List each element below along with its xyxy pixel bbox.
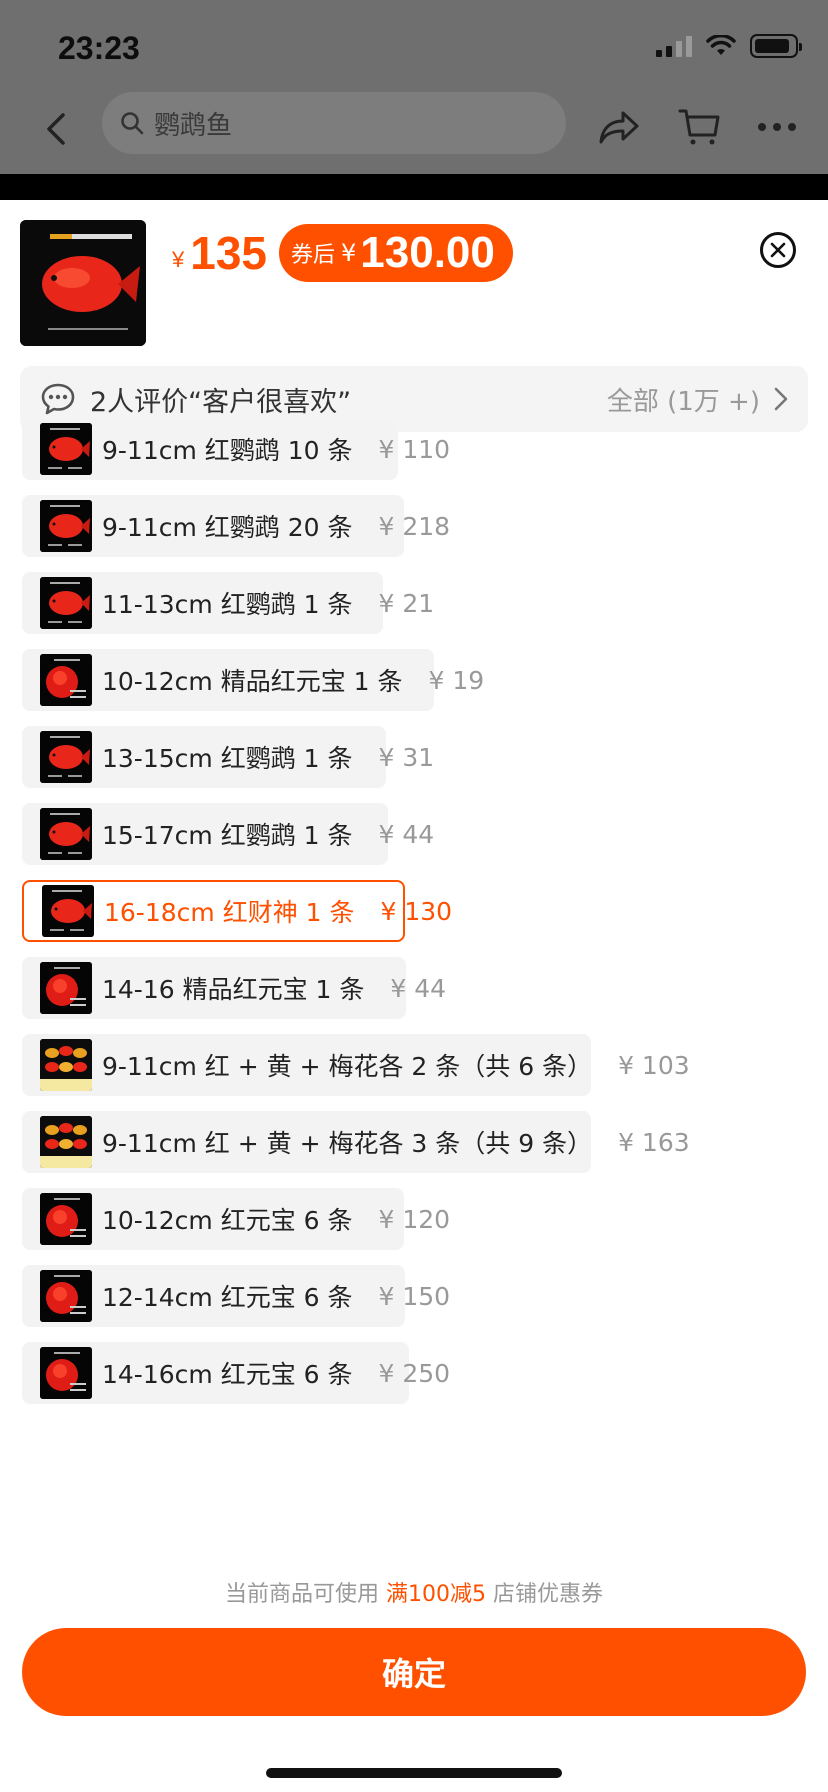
coupon-price: 130.00: [360, 228, 495, 277]
cart-button[interactable]: [674, 102, 724, 152]
sku-thumbnail: [40, 808, 92, 860]
coupon-price-badge: 券后 ¥ 130.00: [279, 224, 513, 282]
cart-icon: [678, 109, 720, 145]
sku-option[interactable]: 10-12cm 红元宝 6 条 ¥ 120: [22, 1188, 450, 1250]
sku-option-price: ¥ 31: [378, 742, 435, 772]
sku-option-label: 15-17cm 红鹦鹉 1 条: [102, 821, 353, 850]
chevron-left-icon: [47, 113, 65, 145]
coupon-note: 当前商品可使用 满100减5 店铺优惠券: [0, 1576, 828, 1608]
sku-thumbnail: [40, 962, 92, 1014]
close-icon: [770, 242, 786, 258]
sku-option[interactable]: 9-11cm 红 + 黄 + 梅花各 3 条（共 9 条） ¥ 163: [22, 1111, 690, 1173]
status-time: 23:23: [58, 30, 140, 66]
sku-option-price: ¥ 218: [378, 511, 451, 541]
sku-option-price: ¥ 19: [428, 665, 485, 695]
sku-thumbnail: [40, 731, 92, 783]
sku-thumbnail: [40, 654, 92, 706]
product-thumbnail[interactable]: [20, 220, 146, 346]
top-nav: 鹦鹉鱼: [0, 86, 828, 174]
sku-option-price: ¥ 44: [378, 819, 435, 849]
sku-option[interactable]: 9-11cm 红鹦鹉 20 条 ¥ 218: [22, 495, 450, 557]
more-icon: [758, 123, 796, 131]
sku-option-label: 10-12cm 红元宝 6 条: [102, 1206, 353, 1235]
price: 135: [190, 227, 267, 279]
sku-option-price: ¥ 130: [380, 896, 453, 926]
signal-icon: [656, 35, 692, 57]
confirm-button[interactable]: 确定: [22, 1628, 806, 1716]
sku-sheet: ¥ 135 券后 ¥ 130.00 2人评价“客户很喜欢” 全部 (1万 +) …: [0, 200, 828, 1792]
status-bar: 23:23: [0, 0, 828, 96]
sku-option-price: ¥ 103: [618, 1050, 690, 1080]
sku-thumbnail: [40, 1347, 92, 1399]
close-button[interactable]: [760, 232, 796, 268]
share-button[interactable]: [594, 102, 644, 152]
sku-option[interactable]: 9-11cm 红鹦鹉 10 条 ¥ 110: [22, 418, 450, 480]
sku-option-label: 9-11cm 红 + 黄 + 梅花各 3 条（共 9 条）: [102, 1129, 593, 1158]
sku-thumbnail: [40, 1270, 92, 1322]
sku-thumbnail: [40, 1039, 92, 1091]
sku-thumbnail: [40, 1193, 92, 1245]
sku-option[interactable]: 11-13cm 红鹦鹉 1 条 ¥ 21: [22, 572, 434, 634]
coupon-label: 券后: [291, 243, 336, 268]
more-button[interactable]: [752, 102, 802, 152]
sku-option[interactable]: 10-12cm 精品红元宝 1 条 ¥ 19: [22, 649, 484, 711]
wifi-icon: [706, 35, 736, 55]
coupon-note-suffix: 店铺优惠券: [493, 1582, 604, 1607]
sku-thumbnail: [40, 423, 92, 475]
sku-option-label: 13-15cm 红鹦鹉 1 条: [102, 744, 353, 773]
sku-option[interactable]: 13-15cm 红鹦鹉 1 条 ¥ 31: [22, 726, 434, 788]
search-input[interactable]: 鹦鹉鱼: [102, 92, 566, 154]
share-icon: [599, 111, 639, 144]
sku-option[interactable]: 15-17cm 红鹦鹉 1 条 ¥ 44: [22, 803, 434, 865]
battery-icon: [750, 34, 802, 58]
sku-option[interactable]: 16-18cm 红财神 1 条 ¥ 130: [22, 880, 452, 942]
sku-option-price: ¥ 163: [618, 1127, 690, 1157]
chat-bubble-icon: [41, 383, 75, 415]
sku-option-label: 14-16 精品红元宝 1 条: [102, 975, 365, 1004]
search-icon: [121, 112, 144, 135]
divider: [0, 174, 828, 200]
sku-option[interactable]: 12-14cm 红元宝 6 条 ¥ 150: [22, 1265, 450, 1327]
sku-option-price: ¥ 44: [390, 973, 447, 1003]
review-text: 2人评价“客户很喜欢”: [90, 386, 352, 418]
coupon-currency: ¥: [341, 239, 357, 267]
sku-thumbnail: [40, 1116, 92, 1168]
fish-image: [20, 220, 146, 346]
review-all-link[interactable]: 全部 (1万 +): [607, 381, 760, 418]
chevron-right-icon: [774, 387, 788, 411]
sku-option-price: ¥ 250: [378, 1358, 451, 1388]
sku-option-label: 11-13cm 红鹦鹉 1 条: [102, 590, 353, 619]
price-row: ¥ 135 券后 ¥ 130.00: [172, 224, 513, 282]
sku-option-price: ¥ 150: [378, 1281, 451, 1311]
sku-option-label: 12-14cm 红元宝 6 条: [102, 1283, 353, 1312]
sku-option-label: 9-11cm 红鹦鹉 10 条: [102, 436, 353, 465]
sku-thumbnail: [40, 577, 92, 629]
sku-option-price: ¥ 110: [378, 434, 451, 464]
status-icons: [656, 34, 802, 58]
sku-option-price: ¥ 21: [378, 588, 435, 618]
sku-option[interactable]: 14-16cm 红元宝 6 条 ¥ 250: [22, 1342, 450, 1404]
home-indicator: [266, 1768, 562, 1778]
sku-option-label: 9-11cm 红鹦鹉 20 条: [102, 513, 353, 542]
sku-option-label: 14-16cm 红元宝 6 条: [102, 1360, 353, 1389]
sku-thumbnail: [42, 885, 94, 937]
sku-thumbnail: [40, 500, 92, 552]
back-button[interactable]: [36, 104, 76, 154]
sku-option-price: ¥ 120: [378, 1204, 451, 1234]
sku-option[interactable]: 9-11cm 红 + 黄 + 梅花各 2 条（共 6 条） ¥ 103: [22, 1034, 690, 1096]
sku-option-label: 10-12cm 精品红元宝 1 条: [102, 667, 403, 696]
coupon-note-prefix: 当前商品可使用: [224, 1582, 379, 1607]
sku-option[interactable]: 14-16 精品红元宝 1 条 ¥ 44: [22, 957, 446, 1019]
sku-option-label: 9-11cm 红 + 黄 + 梅花各 2 条（共 6 条）: [102, 1052, 593, 1081]
sku-option-list: 9-11cm 红鹦鹉 10 条 ¥ 110 9-11cm 红鹦鹉 20 条 ¥ 218…: [22, 418, 812, 1772]
sku-option-label: 16-18cm 红财神 1 条: [104, 898, 355, 927]
coupon-note-highlight[interactable]: 满100减5: [386, 1582, 486, 1607]
price-currency: ¥: [172, 247, 185, 272]
search-text: 鹦鹉鱼: [154, 110, 233, 141]
